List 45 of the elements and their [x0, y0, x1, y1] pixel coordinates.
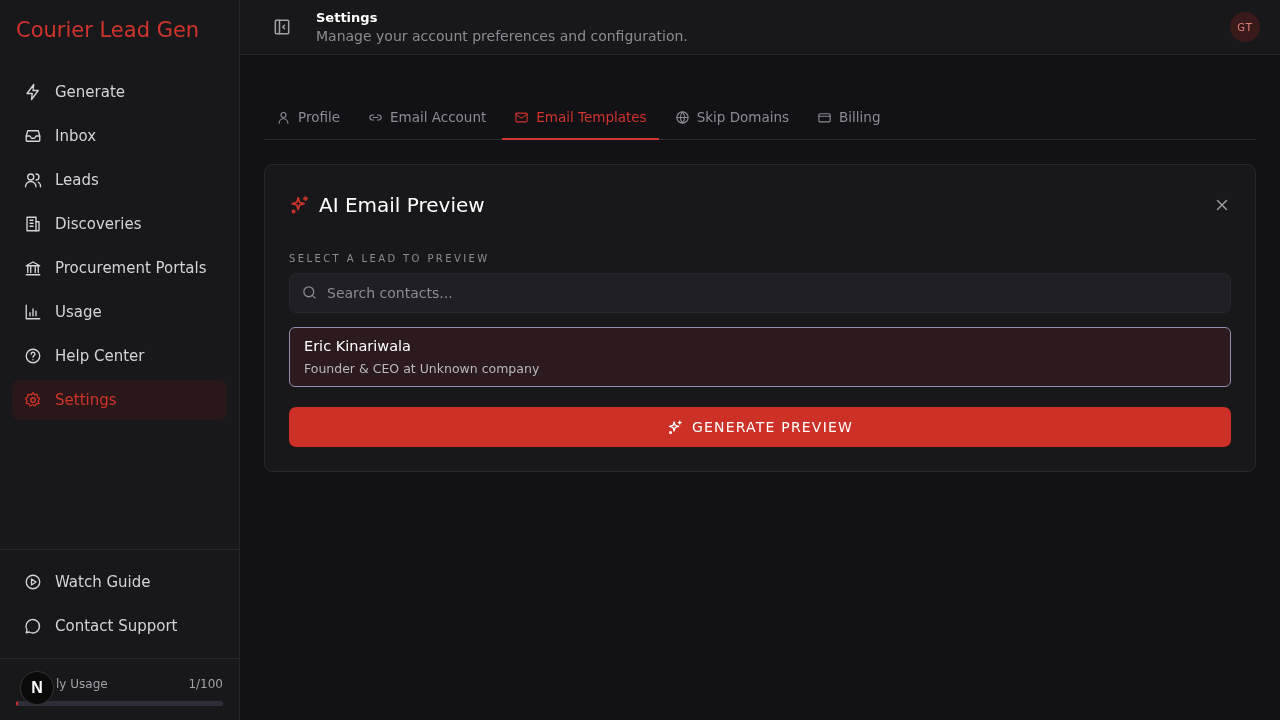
globe-icon: [674, 109, 690, 125]
page-subtitle: Manage your account preferences and configuration.: [316, 28, 689, 44]
person-icon: [276, 109, 291, 125]
sidebar-item[interactable]: Contact Support: [12, 606, 227, 646]
inbox-icon: [24, 127, 42, 145]
tab[interactable]: Profile: [264, 99, 352, 140]
app-logo-text: Courier Lead Gen: [15, 17, 201, 44]
play-icon: [24, 573, 42, 591]
users-icon: [24, 171, 42, 189]
settings-icon: [24, 391, 42, 409]
lead-option[interactable]: Eric Kinariwala Founder & CEO at Unknown company: [289, 327, 1231, 387]
panel-collapse-icon: [272, 17, 292, 37]
lead-title: Founder & CEO at Unknown company: [304, 361, 541, 376]
mail-icon: [514, 109, 530, 125]
bank-icon: [24, 259, 42, 277]
bar-chart-icon: [24, 303, 42, 321]
usage-reading: 1/100: [188, 677, 223, 691]
chat-bubble-icon: [24, 617, 42, 635]
tab[interactable]: Billing: [805, 99, 893, 140]
lead-name: Eric Kinariwala: [304, 338, 412, 354]
tab[interactable]: Skip Domains: [662, 99, 802, 140]
sidebar-item[interactable]: Watch Guide: [12, 562, 227, 602]
sidebar-toggle-button[interactable]: [272, 17, 292, 37]
sidebar-item[interactable]: Usage: [12, 292, 227, 332]
page-title: Settings: [316, 10, 379, 25]
sparkle-icon: [666, 418, 684, 436]
sidebar-item[interactable]: Generate: [12, 72, 227, 112]
user-avatar[interactable]: GT: [1230, 12, 1260, 42]
sidebar-item[interactable]: Discoveries: [12, 204, 227, 244]
lightning-icon: [24, 83, 42, 101]
sidebar-item[interactable]: Help Center: [12, 336, 227, 376]
generate-preview-button[interactable]: GENERATE PREVIEW: [289, 407, 1231, 447]
section-label: SELECT A LEAD TO PREVIEW: [289, 253, 491, 264]
building-icon: [24, 215, 42, 233]
sparkle-icon: [289, 194, 311, 216]
tab[interactable]: Email Account: [356, 99, 499, 140]
tab[interactable]: Email Templates: [502, 99, 659, 140]
search-field[interactable]: Search contacts...: [289, 273, 1231, 313]
card-title: AI Email Preview: [319, 193, 486, 217]
help-icon: [24, 347, 42, 365]
sidebar-item[interactable]: Inbox: [12, 116, 227, 156]
dev-tools-button[interactable]: N: [20, 671, 54, 705]
usage-label: ly Usage: [56, 677, 108, 691]
sidebar-item[interactable]: Procurement Portals: [12, 248, 227, 288]
sidebar-item[interactable]: Leads: [12, 160, 227, 200]
